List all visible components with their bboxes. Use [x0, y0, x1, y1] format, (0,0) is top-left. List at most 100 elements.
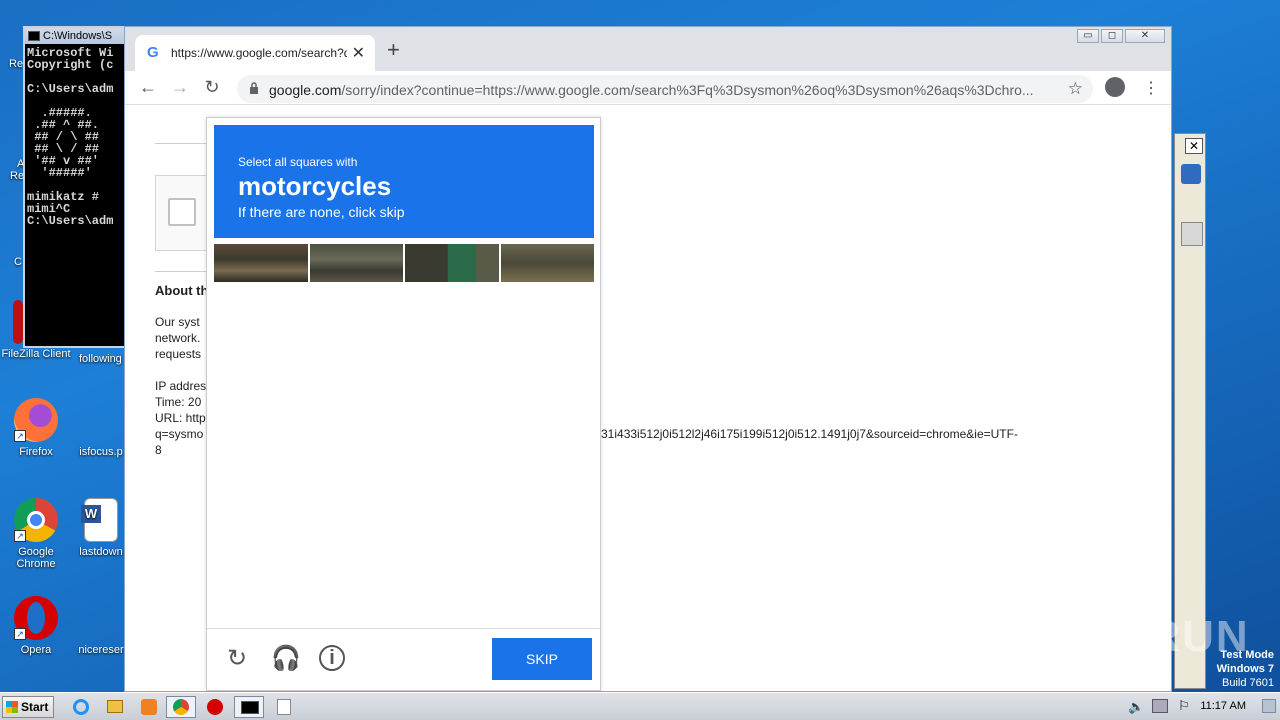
recaptcha-checkbox[interactable]: [168, 198, 196, 226]
address-bar[interactable]: google.com/sorry/index?continue=https://…: [237, 75, 1093, 103]
desktop-icon-chrome[interactable]: ↗ Google Chrome: [1, 498, 71, 570]
new-tab-button[interactable]: +: [387, 37, 400, 63]
tab-active[interactable]: G https://www.google.com/search?q= ✕: [135, 35, 375, 71]
info-icon[interactable]: i: [319, 645, 345, 671]
taskbar-chrome-icon[interactable]: [166, 696, 196, 718]
audio-challenge-icon[interactable]: 🎧: [271, 645, 301, 673]
shortcut-arrow-icon: ↗: [14, 628, 26, 640]
ip-address-line: IP addres: [155, 379, 207, 393]
desktop-icon-following-label[interactable]: following: [79, 353, 122, 365]
challenge-image-grid: [214, 244, 594, 283]
taskbar-app-icon[interactable]: [270, 696, 300, 718]
search-icon[interactable]: [1181, 164, 1201, 184]
tab-title: https://www.google.com/search?q=: [171, 46, 347, 60]
flag-icon[interactable]: ⚐: [1178, 698, 1190, 714]
cmd-icon: [28, 31, 40, 41]
desktop-icon-label: Google Chrome: [16, 546, 56, 570]
start-label: Start: [21, 700, 49, 714]
filezilla-icon: [13, 300, 23, 344]
firefox-icon: ↗: [14, 398, 58, 442]
taskbar-opera-icon[interactable]: [200, 696, 230, 718]
url-text: google.com/sorry/index?continue=https://…: [269, 82, 1059, 98]
challenge-tile[interactable]: [405, 244, 499, 282]
page-text-line: Our syst: [155, 315, 200, 329]
cmd-titlebar[interactable]: C:\Windows\S: [25, 28, 131, 44]
tab-strip: G https://www.google.com/search?q= ✕ + ▭…: [125, 27, 1171, 71]
lock-icon: [250, 82, 258, 94]
network-icon[interactable]: [1152, 699, 1168, 713]
account-icon[interactable]: [1105, 77, 1125, 97]
desktop-label-partial: C: [14, 256, 22, 268]
test-mode-notice: Test Mode Windows 7 Build 7601: [1217, 648, 1274, 690]
show-desktop-button[interactable]: [1262, 699, 1276, 713]
browser-toolbar: ← → ↻ google.com/sorry/index?continue=ht…: [125, 71, 1171, 105]
challenge-instruction: Select all squares with: [238, 155, 358, 169]
reload-challenge-icon[interactable]: ↻: [223, 645, 251, 673]
url-line: URL: http: [155, 411, 206, 425]
windows-logo-icon: [6, 701, 18, 713]
speaker-icon[interactable]: 🔈: [1128, 699, 1144, 715]
bookmark-star-icon[interactable]: ☆: [1068, 79, 1083, 99]
cmd-output: Microsoft Wi Copyright (c C:\Users\adm .…: [27, 46, 114, 228]
clock[interactable]: 11:17 AM: [1200, 700, 1246, 712]
test-mode-line: Build 7601: [1222, 677, 1274, 689]
taskbar-cmd-icon[interactable]: [234, 696, 264, 718]
recaptcha-challenge: Select all squares with motorcycles If t…: [206, 117, 601, 691]
back-arrow-icon[interactable]: ←: [137, 77, 159, 98]
tab-close-icon[interactable]: ✕: [352, 43, 365, 63]
query-line-tail: 31i433i512j0i512l2j46i175i199i512j0i512.…: [601, 427, 1018, 441]
minimize-button[interactable]: ▭: [1077, 29, 1099, 43]
scrollbar-thumb[interactable]: [1181, 222, 1203, 246]
desktop-icon-label: FileZilla Client: [1, 348, 71, 360]
word-document-icon: W: [81, 498, 118, 542]
google-favicon-icon: G: [147, 44, 159, 61]
challenge-hint: If there are none, click skip: [238, 204, 405, 220]
close-icon[interactable]: ✕: [1185, 138, 1203, 154]
about-heading: About th: [155, 283, 209, 298]
taskbar-media-player-icon[interactable]: [134, 696, 164, 718]
desktop-icon-firefox[interactable]: ↗ Firefox: [1, 398, 71, 458]
url-host: google.com: [269, 82, 342, 98]
cmd-window[interactable]: C:\Windows\S Microsoft Wi Copyright (c C…: [23, 26, 133, 348]
page-text-line: requests: [155, 347, 202, 361]
close-button[interactable]: ✕: [1125, 29, 1165, 43]
reload-icon[interactable]: ↻: [201, 77, 223, 98]
menu-dots-icon[interactable]: ⋮: [1143, 78, 1159, 98]
shortcut-arrow-icon: ↗: [14, 530, 26, 542]
challenge-tile[interactable]: [309, 244, 403, 282]
challenge-tile[interactable]: [214, 244, 308, 282]
skip-button[interactable]: SKIP: [492, 638, 592, 680]
desktop-icon-label: isfocus.p: [79, 446, 123, 458]
url-path: /sorry/index?continue=https://www.google…: [341, 82, 1034, 98]
test-mode-line: Windows 7: [1216, 663, 1274, 675]
desktop-icon-label: nicereser: [78, 644, 124, 656]
test-mode-line: Test Mode: [1220, 649, 1274, 661]
challenge-tile[interactable]: [500, 244, 594, 282]
taskbar: Start 🔈 ⚐ 11:17 AM: [0, 692, 1280, 720]
time-line: Time: 20: [155, 395, 202, 409]
query-line-end: 8: [155, 443, 162, 457]
page-text-line: network.: [155, 331, 201, 345]
taskbar-ie-icon[interactable]: [66, 696, 96, 718]
desktop-label-partial: Re: [10, 170, 25, 182]
recaptcha-header: Select all squares with motorcycles If t…: [214, 125, 594, 238]
file-icon: [79, 596, 123, 640]
recaptcha-footer: ↻ 🎧 i SKIP: [207, 628, 600, 690]
forward-arrow-icon[interactable]: →: [169, 77, 191, 98]
desktop-label-partial: Re: [9, 58, 24, 70]
background-window[interactable]: ✕: [1174, 133, 1206, 689]
query-line: q=sysmo: [155, 427, 204, 441]
cmd-title: C:\Windows\S: [43, 30, 113, 42]
maximize-button[interactable]: ◻: [1101, 29, 1123, 43]
chrome-icon: ↗: [14, 498, 58, 542]
start-button[interactable]: Start: [2, 696, 54, 718]
desktop-icon-opera[interactable]: ↗ Opera: [1, 596, 71, 656]
desktop-icon-label: Firefox: [19, 446, 53, 458]
desktop-icon-label: lastdown: [79, 546, 123, 558]
shortcut-arrow-icon: ↗: [14, 430, 26, 442]
challenge-target: motorcycles: [238, 171, 392, 201]
taskbar-explorer-icon[interactable]: [100, 696, 130, 718]
opera-icon: ↗: [14, 596, 58, 640]
desktop-icon-label: Opera: [20, 644, 52, 656]
file-icon: [79, 398, 123, 442]
